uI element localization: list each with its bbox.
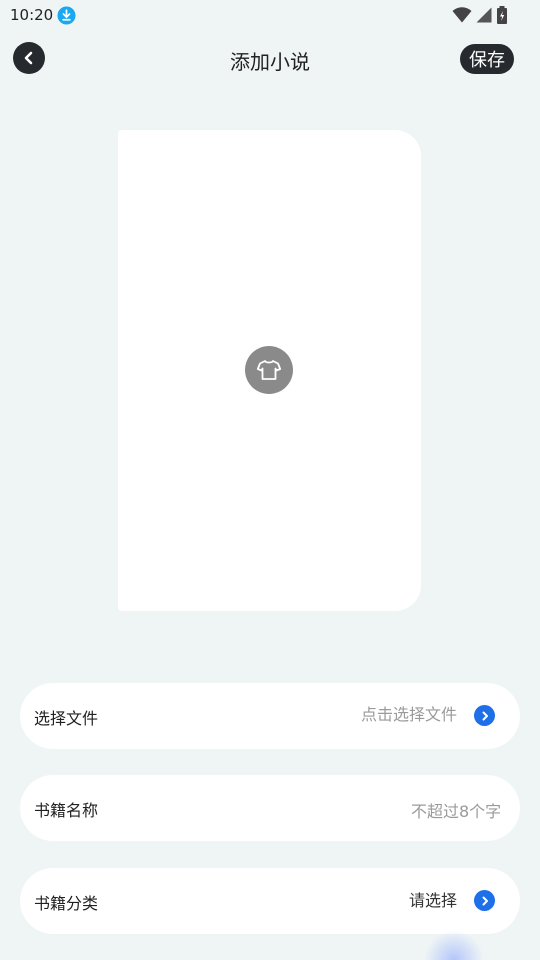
book-name-label: 书籍名称 <box>34 801 99 820</box>
select-file-value: 点击选择文件 <box>361 705 458 724</box>
book-name-input[interactable]: 不超过8个字 <box>411 798 501 822</box>
cover-select-button[interactable] <box>245 346 293 394</box>
download-icon <box>57 6 76 25</box>
select-file-arrow[interactable] <box>474 705 495 726</box>
signal-icon <box>476 7 492 23</box>
wifi-icon <box>452 7 472 23</box>
book-category-row[interactable]: 书籍分类 请选择 <box>20 868 520 934</box>
book-name-row[interactable]: 书籍名称 不超过8个字 <box>20 775 520 841</box>
status-bar: 10:20 <box>0 0 540 32</box>
status-time: 10:20 <box>10 6 54 24</box>
tshirt-icon <box>256 360 282 380</box>
book-category-value: 请选择 <box>409 891 458 910</box>
chevron-right-icon <box>482 896 488 905</box>
book-category-arrow[interactable] <box>474 890 495 911</box>
cover-card[interactable] <box>118 130 421 611</box>
header: 添加小说 保存 <box>0 40 540 80</box>
system-icons <box>452 6 508 24</box>
battery-charging-icon <box>497 6 507 24</box>
gesture-glow <box>424 930 484 960</box>
book-category-label: 书籍分类 <box>34 894 99 913</box>
select-file-row[interactable]: 选择文件 点击选择文件 <box>20 683 520 749</box>
page-title: 添加小说 <box>230 50 310 74</box>
select-file-label: 选择文件 <box>34 709 99 728</box>
chevron-right-icon <box>482 711 488 720</box>
save-button[interactable]: 保存 <box>460 44 514 74</box>
